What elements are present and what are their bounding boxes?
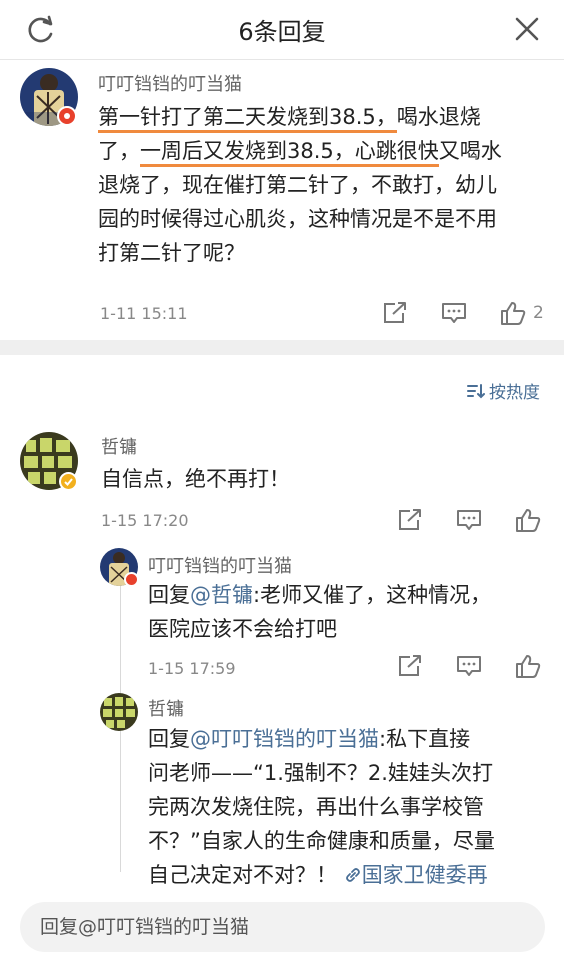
close-icon[interactable]	[510, 14, 544, 46]
text-line: 自己决定对不对？！ 国家卫健委再	[148, 858, 488, 892]
comment-icon[interactable]	[455, 653, 483, 679]
text-line: 问老师——“1.强制不？2.娃娃头次打	[148, 761, 493, 785]
link-text: 国家卫健委再	[361, 863, 488, 887]
text-segment: 自己决定对不对？！	[148, 863, 337, 887]
text-line: 园的时候得过心肌炎，这种情况是不是不用	[98, 207, 497, 231]
reply-timestamp: 1-15 17:20	[101, 511, 189, 530]
text-segment: :私下直接	[379, 727, 471, 751]
page-title: 6条回复	[238, 18, 326, 46]
avatar[interactable]	[100, 693, 138, 731]
web-link[interactable]: 国家卫健委再	[344, 863, 488, 887]
underlined-text: 第一针打了第二天发烧到38.5，	[98, 105, 397, 133]
text-line: 完两次发烧住院，再出什么事学校管	[148, 795, 484, 819]
mention-link[interactable]: @哲镛	[190, 583, 253, 607]
reply-author[interactable]: 哲镛	[148, 695, 184, 721]
link-icon	[345, 868, 360, 882]
text-line: 退烧了，现在催打第二针了，不敢打，幼儿	[98, 173, 497, 197]
sort-icon	[467, 383, 485, 398]
share-icon[interactable]	[396, 653, 424, 679]
reply-text: 回复@叮叮铛铛的叮当猫:私下直接	[148, 722, 470, 756]
sort-button[interactable]: 按热度	[465, 378, 540, 403]
reply-author[interactable]: 哲镛	[101, 433, 137, 459]
share-icon[interactable]	[381, 300, 409, 326]
comment-icon[interactable]	[440, 300, 468, 326]
text-segment: 了，	[98, 139, 140, 163]
reply-prefix: 回复	[148, 727, 190, 751]
red-badge-icon	[57, 106, 77, 126]
text-segment: 又喝水	[438, 139, 502, 163]
red-badge-icon	[124, 572, 139, 587]
reply-bar: 回复@叮叮铛铛的叮当猫	[0, 890, 564, 960]
verified-badge-icon	[59, 472, 78, 491]
reply-prefix: 回复	[148, 583, 190, 607]
comment-icon[interactable]	[455, 507, 483, 533]
text-line: 打第二针了呢？	[98, 241, 245, 265]
mention-link[interactable]: @叮叮铛铛的叮当猫	[190, 727, 379, 751]
text-line: 不？”自家人的生命健康和质量，尽量	[148, 829, 495, 853]
underlined-text: 一周后又发烧到38.5，心跳很快	[140, 139, 439, 167]
section-divider	[0, 340, 564, 355]
like-icon[interactable]	[514, 507, 542, 533]
reply-text: 自信点，绝不再打！	[101, 467, 290, 491]
text-segment: :老师又催了，这种情况，	[253, 583, 492, 607]
like-icon[interactable]	[514, 653, 542, 679]
like-icon[interactable]	[499, 300, 527, 326]
share-icon[interactable]	[396, 507, 424, 533]
comment-timestamp: 1-11 15:11	[100, 304, 188, 323]
reply-timestamp: 1-15 17:59	[148, 659, 236, 678]
like-count: 2	[533, 303, 544, 323]
header-bar: 6条回复	[0, 0, 564, 60]
text-segment: 喝水退烧	[396, 105, 481, 129]
reply-text: 回复@哲镛:老师又催了，这种情况，	[148, 578, 491, 612]
reply-input[interactable]: 回复@叮叮铛铛的叮当猫	[20, 902, 545, 952]
comment-author[interactable]: 叮叮铛铛的叮当猫	[98, 70, 242, 96]
sort-label: 按热度	[489, 383, 540, 403]
text-line: 医院应该不会给打吧	[148, 617, 337, 641]
reply-author[interactable]: 叮叮铛铛的叮当猫	[148, 552, 292, 578]
